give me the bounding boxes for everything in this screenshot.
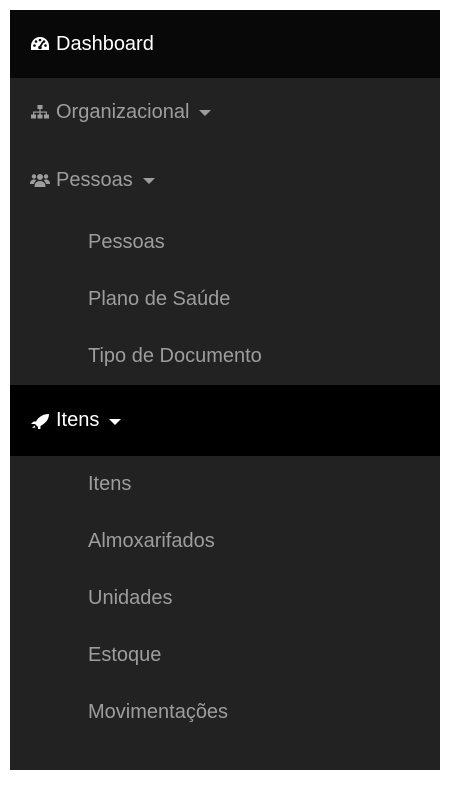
nav-label-organizacional: Organizacional xyxy=(56,100,190,123)
nav-label-itens: Itens xyxy=(56,409,100,431)
submenu-item-pessoas[interactable]: Pessoas xyxy=(10,214,440,271)
submenu-item-movimentacoes[interactable]: Movimentações xyxy=(10,684,440,741)
nav-item-organizacional[interactable]: Organizacional xyxy=(10,78,440,146)
nav-label-pessoas: Pessoas xyxy=(56,168,133,191)
chevron-down-icon xyxy=(142,178,155,184)
submenu-item-plano-de-saude[interactable]: Plano de Saúde xyxy=(10,271,440,328)
sitemap-icon xyxy=(30,102,50,122)
dashboard-icon xyxy=(30,34,50,54)
nav-item-dashboard[interactable]: Dashboard xyxy=(10,10,440,78)
submenu-itens: Itens Almoxarifados Unidades Estoque Mov… xyxy=(10,456,440,741)
sidebar-menu: Dashboard Organizacional Pessoas Pessoas… xyxy=(10,10,440,770)
submenu-item-itens[interactable]: Itens xyxy=(10,456,440,513)
submenu-item-unidades[interactable]: Unidades xyxy=(10,570,440,627)
users-icon xyxy=(30,170,50,190)
nav-label-dashboard: Dashboard xyxy=(56,32,154,55)
nav-item-itens[interactable]: Itens xyxy=(10,385,440,456)
nav-item-pessoas[interactable]: Pessoas xyxy=(10,146,440,214)
chevron-down-icon xyxy=(199,110,212,116)
submenu-item-almoxarifados[interactable]: Almoxarifados xyxy=(10,513,440,570)
submenu-pessoas: Pessoas Plano de Saúde Tipo de Documento xyxy=(10,214,440,385)
submenu-item-tipo-de-documento[interactable]: Tipo de Documento xyxy=(10,328,440,385)
chevron-down-icon xyxy=(109,418,122,425)
rocket-icon xyxy=(30,411,50,431)
submenu-item-estoque[interactable]: Estoque xyxy=(10,627,440,684)
